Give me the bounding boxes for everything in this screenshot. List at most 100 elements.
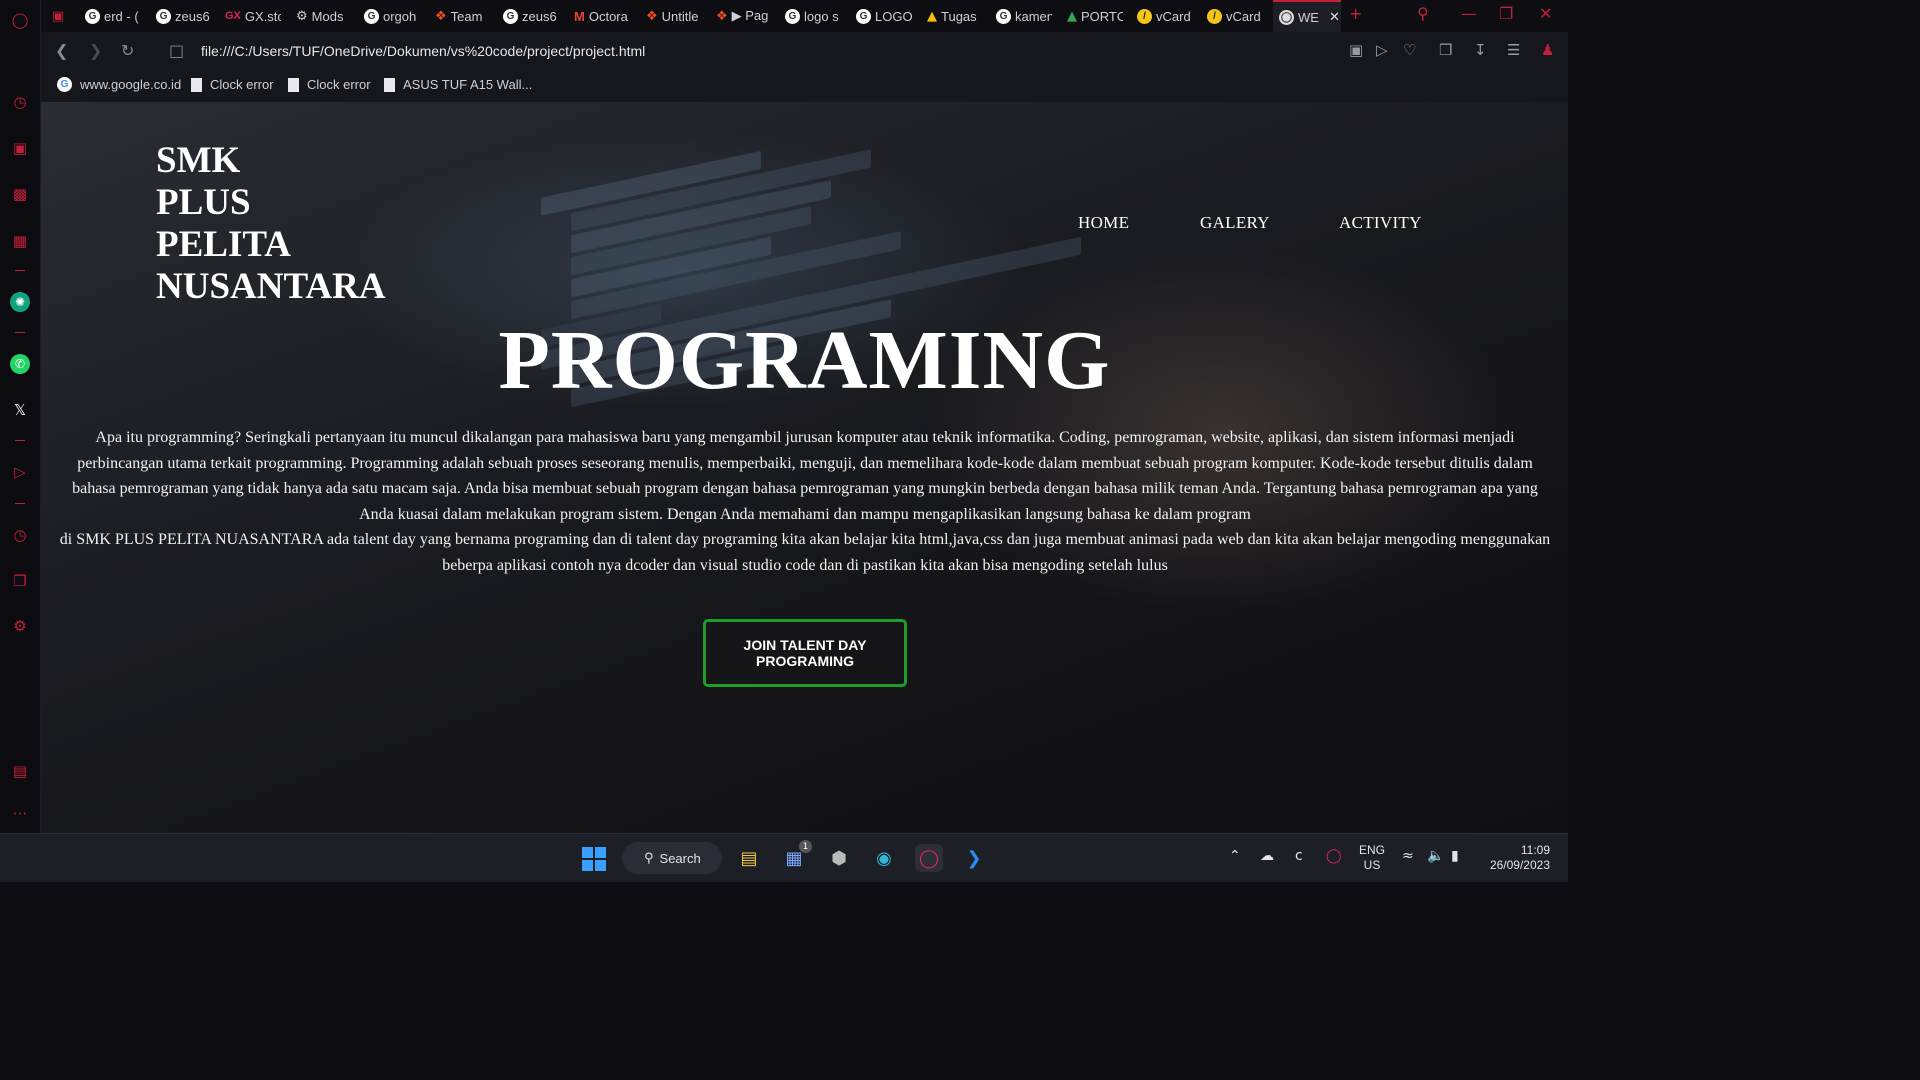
- address-bar: ❮ ❯ ↻ □ file:///C:/Users/TUF/OneDrive/Do…: [41, 32, 1568, 70]
- settings-gear-icon[interactable]: ⚙: [10, 616, 30, 636]
- minimize-icon[interactable]: —: [1461, 4, 1477, 23]
- hero-title: PROGRAMING: [498, 314, 1111, 407]
- opera-logo-icon[interactable]: ◯: [10, 10, 30, 30]
- tab[interactable]: ⚙ Mods: [296, 4, 352, 28]
- app-icon[interactable]: ⬢: [825, 844, 853, 872]
- volume-muted-icon[interactable]: 🔈: [1427, 848, 1444, 864]
- battery-icon[interactable]: ▮: [1451, 848, 1459, 864]
- tab[interactable]: / vCard: [1207, 4, 1265, 28]
- tab[interactable]: Gzeus6: [503, 4, 559, 28]
- new-tab-icon[interactable]: +: [1349, 4, 1362, 23]
- extensions-cube-icon[interactable]: ❒: [10, 571, 30, 591]
- download-icon[interactable]: ↧: [1474, 41, 1487, 59]
- profile-icon[interactable]: ♟: [1541, 41, 1554, 59]
- twitch-icon[interactable]: ▩: [10, 184, 30, 204]
- close-tab-icon[interactable]: ✕: [1329, 10, 1340, 25]
- tab[interactable]: ❖ Team: [435, 4, 491, 28]
- tab-active[interactable]: ◯ WE ✕: [1273, 0, 1341, 32]
- url-field[interactable]: file:///C:/Users/TUF/OneDrive/Dokumen/vs…: [201, 43, 645, 59]
- gx-control-icon[interactable]: ▦: [10, 231, 30, 251]
- clock[interactable]: 11:09 26/09/2023: [1478, 843, 1550, 873]
- tab[interactable]: Gzeus6: [156, 4, 210, 28]
- microsoft-store-icon[interactable]: ▦ 1: [780, 840, 812, 872]
- bluetooth-icon[interactable]: ϲ: [1295, 848, 1303, 864]
- restore-icon[interactable]: ❐: [1499, 4, 1513, 23]
- onedrive-icon[interactable]: ☁: [1260, 848, 1274, 864]
- wallpaper-icon[interactable]: ▤: [10, 761, 30, 781]
- speed-dial-icon[interactable]: ◷: [10, 92, 30, 112]
- tab[interactable]: ❖ Untitle: [646, 4, 702, 28]
- reload-icon[interactable]: ↻: [121, 41, 134, 60]
- tab[interactable]: Gerd - (: [85, 4, 141, 28]
- back-icon[interactable]: ❮: [55, 41, 68, 60]
- whatsapp-icon[interactable]: ✆: [10, 354, 30, 374]
- send-icon[interactable]: ▷: [1376, 41, 1388, 59]
- bookmark-item[interactable]: Clock error: [191, 77, 274, 92]
- figma-icon: ❖: [646, 8, 658, 24]
- file-explorer-icon[interactable]: ▤: [735, 844, 763, 872]
- language-indicator[interactable]: ENG US: [1359, 843, 1385, 873]
- easy-setup-icon[interactable]: ☰: [1507, 41, 1520, 59]
- page-icon: [191, 77, 202, 92]
- tab[interactable]: ❖ ▶ Pag: [716, 4, 772, 28]
- tab[interactable]: ▲ PORTC: [1067, 4, 1123, 28]
- gx-corner-icon[interactable]: ▣: [10, 138, 30, 158]
- vscode-icon[interactable]: ❯: [960, 844, 988, 872]
- wifi-icon[interactable]: ≈: [1402, 848, 1414, 864]
- sidebar-divider: [15, 270, 25, 271]
- tab[interactable]: M Octora: [574, 4, 630, 28]
- google-icon: G: [57, 77, 72, 92]
- nav-home[interactable]: HOME: [1078, 213, 1129, 233]
- opera-sidebar: ◯ ◷ ▣ ▩ ▦ ✺ ✆ 𝕏 ▷ ◷ ❒ ⚙ ▤ ⋯: [0, 0, 41, 833]
- tab[interactable]: Gkamen: [996, 4, 1052, 28]
- more-dots-icon[interactable]: ⋯: [10, 803, 30, 823]
- history-icon[interactable]: ◷: [10, 525, 30, 545]
- x-twitter-icon[interactable]: 𝕏: [10, 400, 30, 420]
- figma-icon: ❖: [716, 8, 728, 24]
- drive-icon: ▲: [927, 8, 937, 24]
- google-icon: G: [856, 8, 871, 24]
- tab[interactable]: Glogo s: [785, 4, 841, 28]
- bookmark-item[interactable]: ASUS TUF A15 Wall...: [384, 77, 532, 92]
- chatgpt-icon[interactable]: ✺: [10, 292, 30, 312]
- intro-paragraph: Apa itu programming? Seringkali pertanya…: [45, 425, 1565, 579]
- school-brand: SMK PLUS PELITA NUSANTARA: [156, 140, 416, 308]
- nav-activity[interactable]: ACTIVITY: [1339, 213, 1422, 233]
- windows-start-icon[interactable]: [582, 847, 606, 871]
- nav-galery[interactable]: GALERY: [1200, 213, 1270, 233]
- close-window-icon[interactable]: ✕: [1539, 4, 1552, 23]
- paragraph-line: Apa itu programming? Seringkali pertanya…: [95, 429, 1515, 446]
- page-icon: [384, 77, 395, 92]
- tab[interactable]: G LOGO: [856, 4, 912, 28]
- player-icon[interactable]: ▷: [10, 462, 30, 482]
- vcard-icon: /: [1137, 8, 1152, 24]
- opera-tray-icon[interactable]: ◯: [1326, 848, 1342, 864]
- bookmark-item[interactable]: Gwww.google.co.id: [57, 77, 181, 92]
- tab-strip: ▣ Gerd - ( Gzeus6 GX GX.sto ⚙ Mods Gorgoh …: [41, 0, 1568, 32]
- tab[interactable]: Gorgoh: [364, 4, 420, 28]
- drive-icon: ▲: [1067, 8, 1077, 24]
- tab[interactable]: ▲ Tugas: [927, 4, 983, 28]
- tray-overflow-icon[interactable]: ⌃: [1229, 848, 1241, 864]
- paragraph-line: perbincangan utama terkait programming. …: [77, 454, 1533, 472]
- gmail-icon: M: [574, 8, 585, 24]
- snapshot-icon[interactable]: ▣: [1349, 41, 1363, 59]
- store-badge: 1: [799, 840, 812, 853]
- search-tabs-icon[interactable]: ⚲: [1417, 4, 1429, 23]
- bookmark-heart-icon[interactable]: ♡: [1403, 41, 1416, 59]
- opera-gx-icon[interactable]: ◯: [915, 844, 943, 872]
- figma-icon: ❖: [435, 8, 447, 24]
- join-talent-day-button[interactable]: JOIN TALENT DAY PROGRAMING: [703, 619, 907, 687]
- forward-icon[interactable]: ❯: [89, 41, 102, 60]
- tab[interactable]: GX GX.sto: [225, 4, 281, 28]
- bookmark-item[interactable]: Clock error: [288, 77, 371, 92]
- page-info-icon[interactable]: □: [169, 41, 184, 60]
- extensions-icon[interactable]: ❒: [1439, 41, 1452, 59]
- globe-icon: ◯: [1279, 9, 1294, 25]
- taskbar-search[interactable]: ⚲ Search: [622, 842, 722, 874]
- tab[interactable]: / vCard: [1137, 4, 1195, 28]
- google-icon: G: [364, 8, 379, 24]
- gx-tab-icon[interactable]: ▣: [52, 4, 68, 28]
- page-icon: [288, 77, 299, 92]
- edge-icon[interactable]: ◉: [870, 844, 898, 872]
